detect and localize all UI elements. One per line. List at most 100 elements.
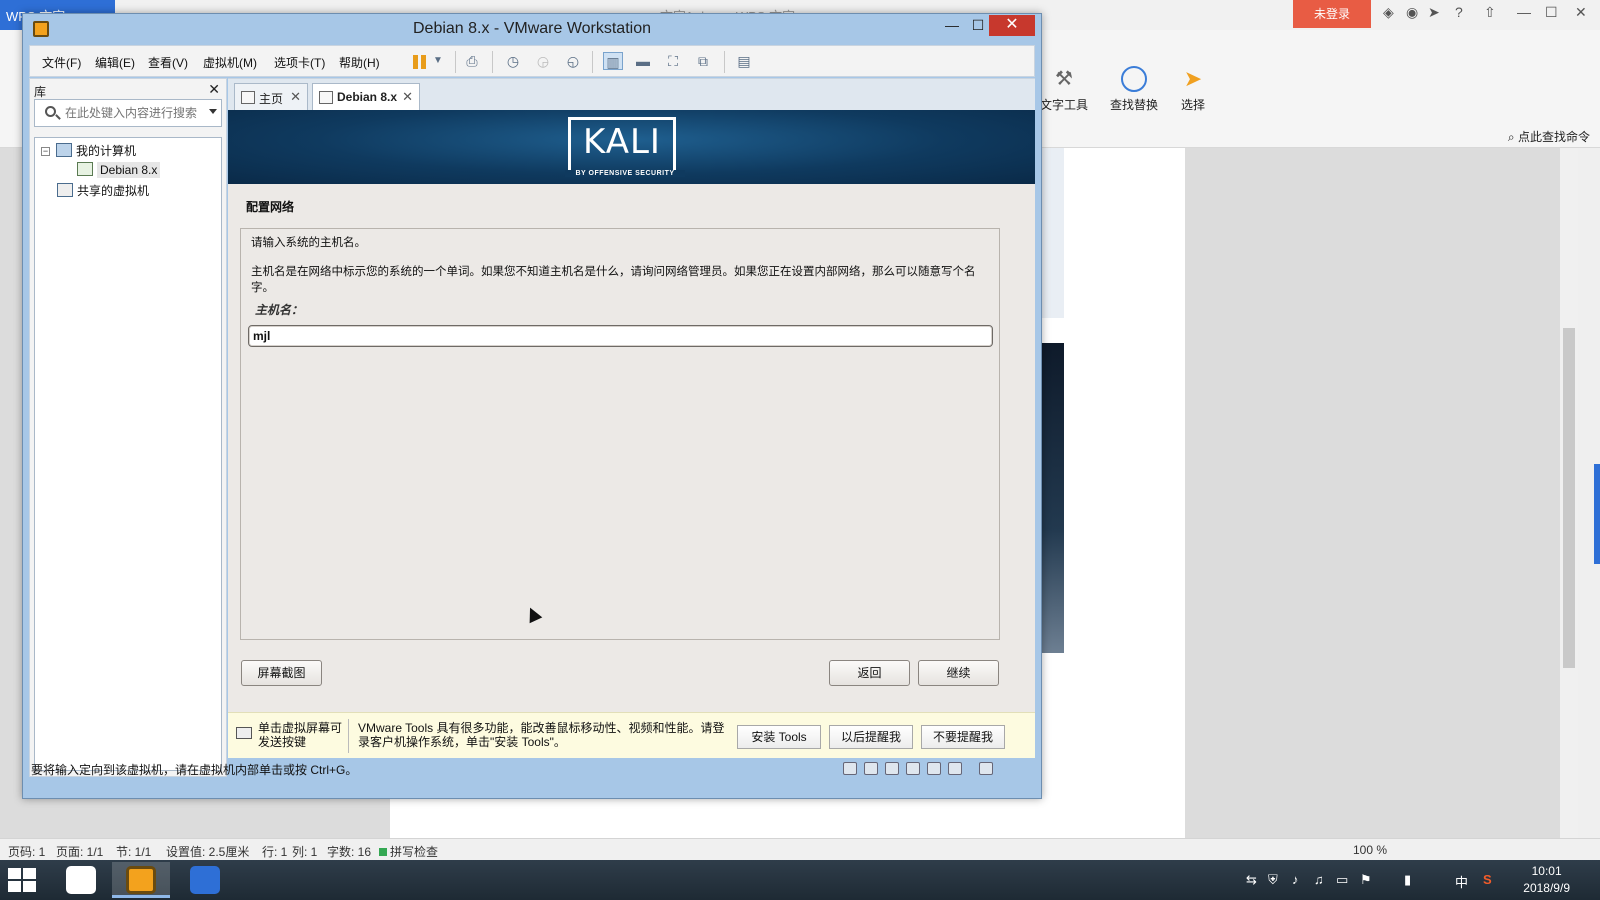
sidebar-toggle[interactable] (1594, 464, 1600, 564)
install-tools-button[interactable]: 安装 Tools (737, 725, 821, 749)
menu-vm[interactable]: 虚拟机(M) (203, 54, 257, 71)
kali-banner: KALI BY OFFENSIVE SECURITY (228, 110, 1035, 184)
revert-snapshot-icon: ◶ (536, 53, 550, 69)
taskbar-vmware[interactable] (112, 862, 170, 898)
vertical-scrollbar[interactable] (1560, 148, 1578, 838)
menu-edit[interactable]: 编辑(E) (95, 54, 135, 71)
wps-right-sidebar (1578, 148, 1600, 838)
share-icon[interactable]: ➤ (1428, 4, 1440, 21)
zoom-level[interactable]: 100 % (1353, 843, 1387, 857)
clock-time: 10:01 (1531, 864, 1562, 878)
never-remind-button[interactable]: 不要提醒我 (921, 725, 1005, 749)
spell-check-button[interactable]: 拼写检查 (379, 843, 438, 860)
pause-vm-icon[interactable] (413, 55, 427, 69)
close-icon[interactable]: ✕ (1575, 4, 1587, 21)
find-command-box[interactable]: ⌕ 点此查找命令 (1508, 128, 1590, 145)
remind-later-button[interactable]: 以后提醒我 (829, 725, 913, 749)
display-icon[interactable] (948, 762, 962, 775)
tools-divider (348, 719, 349, 753)
hostname-label: 主机名： (255, 303, 304, 317)
taskbar-baidu-netdisk[interactable] (52, 862, 110, 898)
console-view-icon[interactable]: ▤ (734, 52, 754, 70)
taskbar-wps[interactable] (176, 862, 234, 898)
skin-icon[interactable]: ◈ (1383, 4, 1394, 21)
keyboard-icon (236, 727, 252, 739)
tray-signal-icon[interactable]: ▮ (1404, 872, 1411, 888)
status-word-count[interactable]: 字数: 16 (327, 843, 371, 860)
toolbar-separator (492, 51, 493, 73)
thumbnail-bar-icon[interactable]: ▬ (633, 52, 653, 70)
sound-card-icon[interactable] (927, 762, 941, 775)
hard-disk-icon[interactable] (843, 762, 857, 775)
vmware-menubar: 文件(F) 编辑(E) 查看(V) 虚拟机(M) 选项卡(T) 帮助(H) ▼ … (29, 45, 1035, 77)
library-search-box[interactable] (34, 99, 222, 127)
menu-view[interactable]: 查看(V) (148, 54, 188, 71)
home-icon (241, 91, 255, 104)
tray-flag-icon[interactable]: ⚑ (1360, 872, 1372, 888)
cd-dvd-icon[interactable] (864, 762, 878, 775)
snapshot-manager-icon[interactable]: ◵ (563, 52, 583, 70)
hostname-input[interactable] (248, 325, 993, 347)
scrollbar-thumb[interactable] (1563, 328, 1575, 668)
tray-speaker-icon[interactable]: ♫ (1314, 872, 1324, 887)
status-page-code: 页码: 1 (8, 845, 46, 859)
taskbar-clock[interactable]: 10:01 2018/9/9 (1523, 863, 1570, 897)
tab-home[interactable]: 主页 ✕ (234, 83, 308, 111)
menu-help[interactable]: 帮助(H) (339, 54, 380, 71)
status-page: 页面: 1/1 (56, 845, 104, 859)
collapse-ribbon-icon[interactable]: ⇧ (1484, 4, 1496, 21)
start-button[interactable] (8, 868, 38, 894)
help-icon[interactable]: ? (1455, 4, 1463, 20)
collapse-icon[interactable]: − (41, 147, 50, 156)
vm-close-button[interactable]: ✕ (989, 15, 1035, 36)
find-replace-button[interactable]: 查找替换 (1110, 66, 1158, 113)
search-dropdown-icon[interactable] (209, 109, 217, 114)
network-adapter-icon[interactable] (885, 762, 899, 775)
installer-step-title: 配置网络 (246, 200, 295, 214)
tray-sogou-icon[interactable]: S (1483, 872, 1492, 887)
library-close-icon[interactable]: ✕ (208, 81, 220, 98)
tray-shield-icon[interactable]: ⛨ (1268, 872, 1278, 888)
select-button[interactable]: ➤ 选择 (1180, 66, 1206, 113)
tree-item-shared-vms[interactable]: 共享的虚拟机 (57, 182, 149, 199)
click-to-send-keys-text: 单击虚拟屏幕可发送按键 (258, 721, 343, 749)
tree-item-debian[interactable]: Debian 8.x (77, 162, 161, 178)
vmware-icon (126, 866, 156, 894)
library-header: 库 (34, 85, 47, 99)
vmware-window-title: Debian 8.x - VMware Workstation (412, 20, 651, 37)
fullscreen-icon[interactable]: ⛶ (663, 52, 683, 70)
settings-icon[interactable]: ◉ (1406, 4, 1418, 21)
screenshot-button[interactable]: 屏幕截图 (241, 660, 322, 686)
tab-debian[interactable]: Debian 8.x ✕ (312, 83, 420, 111)
send-ctrl-alt-del-icon[interactable]: ⎙ (462, 52, 482, 70)
maximize-icon[interactable]: ☐ (1545, 4, 1558, 21)
select-cursor-icon: ➤ (1183, 66, 1203, 91)
hostname-description: 主机名是在网络中标示您的系统的一个单词。如果您不知道主机名是什么，请询问网络管理… (251, 266, 976, 294)
login-button[interactable]: 未登录 (1293, 0, 1371, 28)
close-tab-icon[interactable]: ✕ (290, 89, 301, 105)
library-search-input[interactable] (65, 104, 205, 122)
text-tools-button[interactable]: ⚒ 文字工具 (1040, 66, 1088, 113)
power-dropdown-icon[interactable]: ▼ (428, 52, 448, 70)
vmware-titlebar[interactable]: Debian 8.x - VMware Workstation — ☐ ✕ (23, 14, 1041, 44)
unity-icon[interactable]: ⧉ (693, 52, 713, 70)
tray-volume-icon[interactable]: ♪ (1292, 872, 1299, 887)
toolbar-separator (592, 51, 593, 73)
find-replace-icon (1121, 66, 1147, 92)
printer-icon[interactable] (906, 762, 920, 775)
menu-tabs[interactable]: 选项卡(T) (274, 54, 325, 71)
tray-ime-label[interactable]: 中 (1455, 872, 1468, 891)
minimize-icon[interactable]: — (1517, 4, 1531, 20)
show-library-icon[interactable]: ▥ (603, 52, 623, 70)
continue-button[interactable]: 继续 (918, 660, 999, 686)
back-button[interactable]: 返回 (829, 660, 910, 686)
take-snapshot-icon[interactable]: ◷ (503, 52, 523, 70)
search-icon: ⌕ (1507, 130, 1518, 144)
tree-item-my-computer[interactable]: − 我的计算机 (41, 142, 136, 159)
close-tab-icon[interactable]: ✕ (402, 89, 413, 105)
message-log-icon[interactable] (979, 762, 993, 775)
tray-monitor-icon[interactable]: ▭ (1336, 872, 1348, 888)
vm-guest-screen[interactable]: KALI BY OFFENSIVE SECURITY 配置网络 请输入系统的主机… (228, 110, 1035, 712)
menu-file[interactable]: 文件(F) (42, 54, 81, 71)
tray-network-icon[interactable]: ⇆ (1246, 872, 1257, 888)
